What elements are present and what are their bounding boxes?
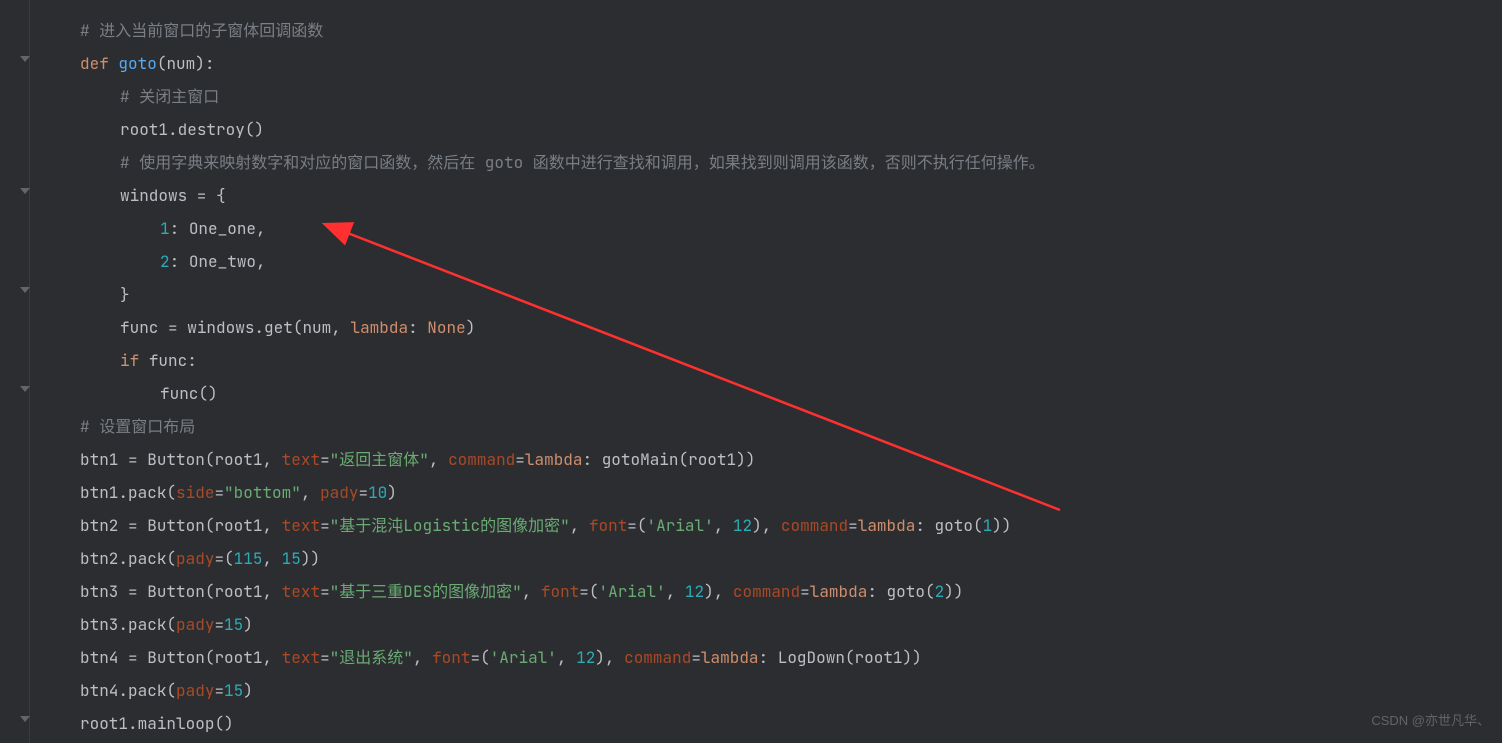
code-line: btn4 = Button(root1, text="退出系统", font=(… — [40, 642, 1502, 675]
code-line: func = windows.get(num, lambda: None) — [40, 312, 1502, 345]
code-line: if func: — [40, 345, 1502, 378]
code-line: # 设置窗口布局 — [40, 411, 1502, 444]
fold-icon[interactable] — [18, 283, 32, 297]
code-line: func() — [40, 378, 1502, 411]
code-line: 1: One_one, — [40, 213, 1502, 246]
code-line: btn3.pack(pady=15) — [40, 609, 1502, 642]
code-line: btn1 = Button(root1, text="返回主窗体", comma… — [40, 444, 1502, 477]
fold-icon[interactable] — [18, 52, 32, 66]
watermark: CSDN @亦世凡华、 — [1371, 708, 1490, 735]
gutter — [0, 0, 30, 743]
comment: # 进入当前窗口的子窗体回调函数 — [80, 20, 323, 41]
code-line: # 进入当前窗口的子窗体回调函数 — [40, 15, 1502, 48]
code-line: 2: One_two, — [40, 246, 1502, 279]
code-line: def goto(num): — [40, 48, 1502, 81]
fold-icon[interactable] — [18, 184, 32, 198]
code-line: btn2.pack(pady=(115, 15)) — [40, 543, 1502, 576]
code-line: btn1.pack(side="bottom", pady=10) — [40, 477, 1502, 510]
code-line: # 关闭主窗口 — [40, 81, 1502, 114]
code-line: btn2 = Button(root1, text="基于混沌Logistic的… — [40, 510, 1502, 543]
code-line: # 使用字典来映射数字和对应的窗口函数，然后在 goto 函数中进行查找和调用，… — [40, 147, 1502, 180]
code-line: btn3 = Button(root1, text="基于三重DES的图像加密"… — [40, 576, 1502, 609]
code-line: } — [40, 279, 1502, 312]
code-editor[interactable]: # 进入当前窗口的子窗体回调函数 def goto(num): # 关闭主窗口 … — [40, 0, 1502, 741]
fold-icon[interactable] — [18, 382, 32, 396]
fold-icon[interactable] — [18, 712, 32, 726]
code-line: btn4.pack(pady=15) — [40, 675, 1502, 708]
code-line: root1.destroy() — [40, 114, 1502, 147]
code-line: root1.mainloop() — [40, 708, 1502, 741]
code-line: windows = { — [40, 180, 1502, 213]
